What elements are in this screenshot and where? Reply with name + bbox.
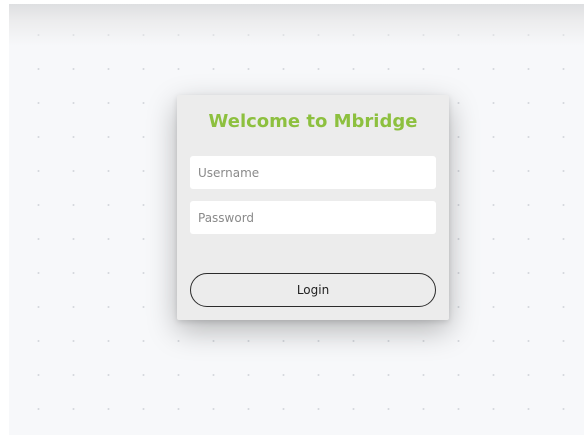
username-input[interactable] [190, 156, 436, 189]
header-shadow [9, 4, 584, 46]
login-title: Welcome to Mbridge [208, 111, 418, 132]
password-input[interactable] [190, 201, 436, 234]
page-background: Welcome to Mbridge Login [9, 4, 584, 435]
login-card: Welcome to Mbridge Login [177, 95, 449, 320]
login-button[interactable]: Login [190, 273, 436, 307]
